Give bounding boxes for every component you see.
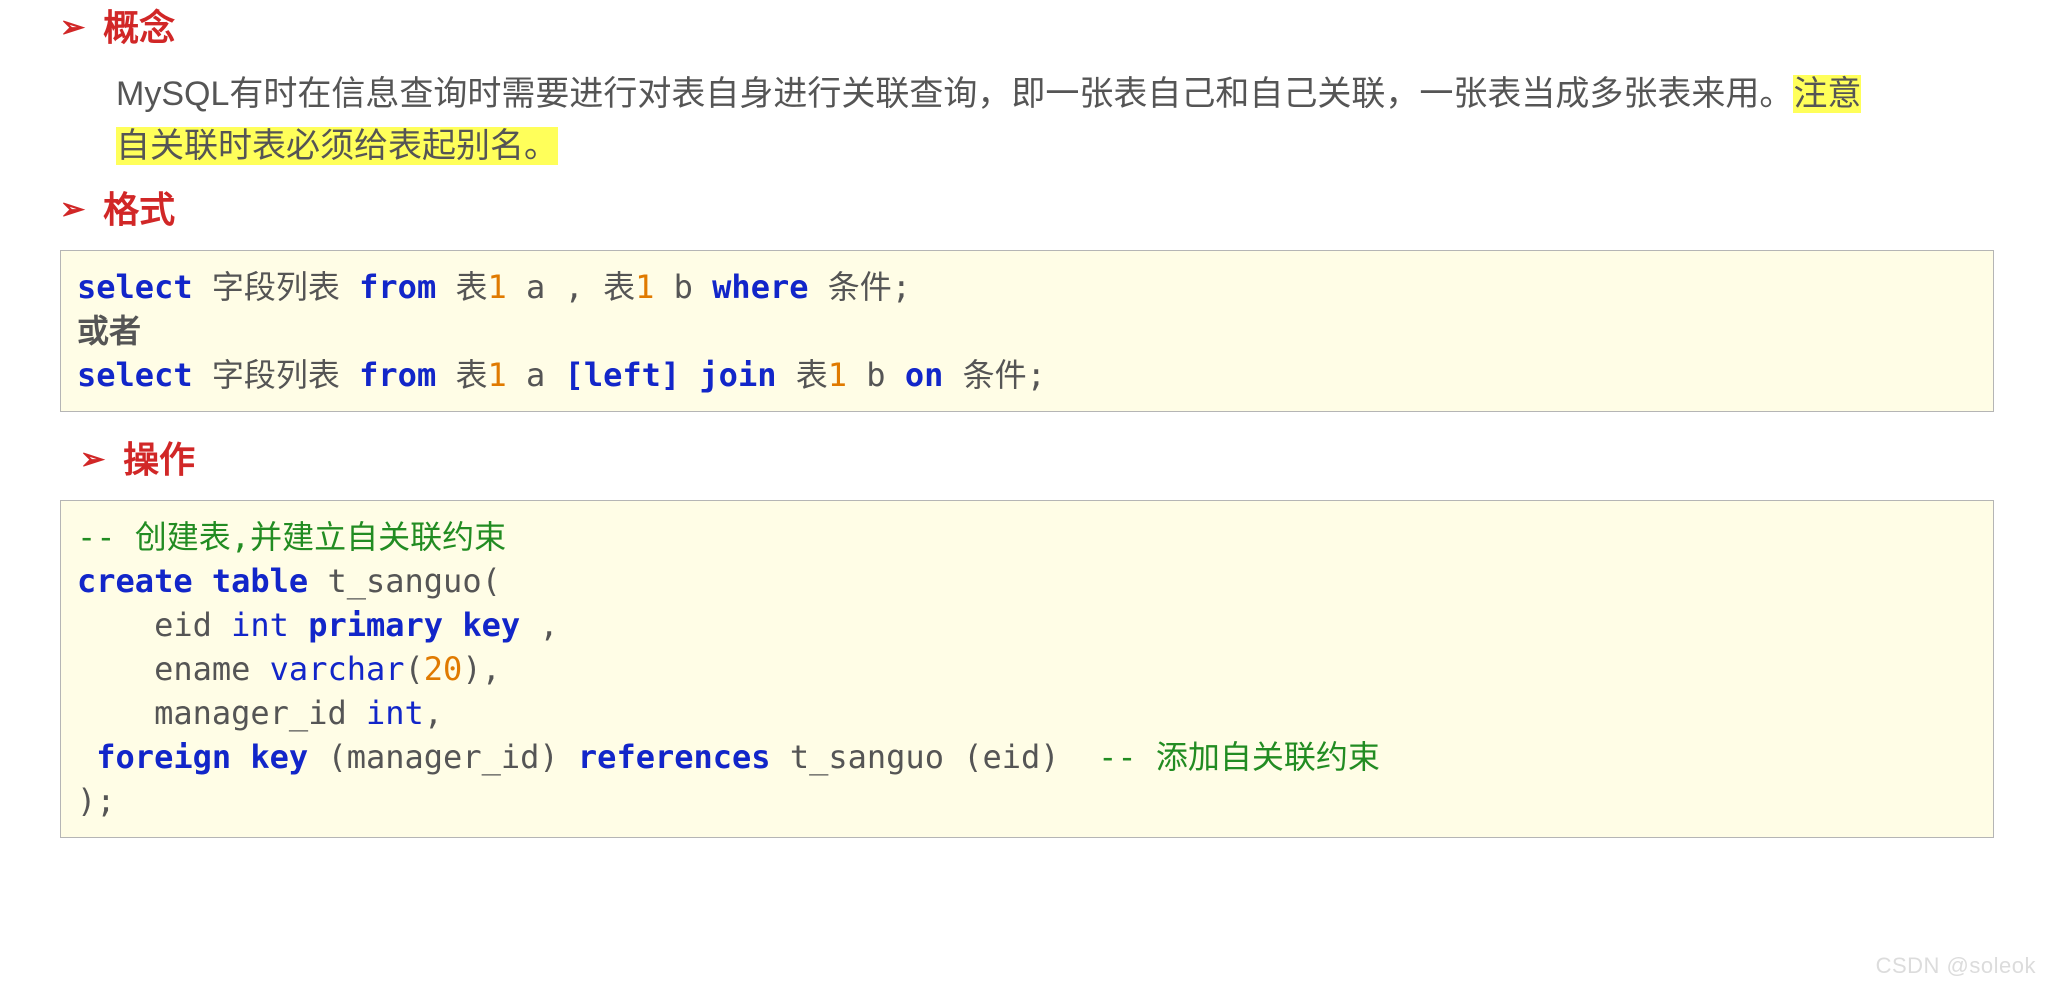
kw-create: create [77,562,193,600]
section-heading-operation: ➢ 操作 [80,440,1994,480]
text-alias-a: a , [507,268,603,306]
paren-left: ( [405,650,424,688]
kw-key: key [462,606,520,644]
kw-on: on [905,356,944,394]
kw-select: select [77,356,193,394]
paren-right-comma: ), [462,650,501,688]
num-one: 1 [487,356,506,394]
bracket-left: [left] [565,356,681,394]
kw-foreign: foreign [96,738,231,776]
sql-comment: -- 创建表,并建立自关联约束 [77,518,506,556]
sp [231,738,250,776]
section-heading-concept: ➢ 概念 [60,8,1994,48]
sql-comment: -- 添加自关联约束 [1098,738,1380,776]
text-alias-a: a [507,356,565,394]
num-one-b: 1 [828,356,847,394]
kw-key: key [250,738,308,776]
heading-concept: 概念 [103,8,175,48]
sp [443,606,462,644]
text-alias-b: b [654,268,712,306]
text-comma: , [520,606,559,644]
kw-from: from [359,356,436,394]
arrow-icon: ➢ [60,190,85,230]
kw-varchar: varchar [270,650,405,688]
sp [77,738,96,776]
kw-references: references [578,738,771,776]
text-fk-ref: t_sanguo (eid) [771,738,1099,776]
num-twenty: 20 [424,650,463,688]
kw-primary: primary [308,606,443,644]
kw-table: table [212,562,308,600]
kw-where: where [712,268,808,306]
kw-from: from [359,268,436,306]
text-col-ename: ename [77,650,270,688]
concept-body-text: MySQL有时在信息查询时需要进行对表自身进行关联查询，即一张表自己和自己关联，… [60,68,1994,172]
kw-int: int [366,694,424,732]
section-heading-format: ➢ 格式 [60,190,1994,230]
arrow-icon: ➢ [80,440,105,480]
text-col-eid: eid [77,606,231,644]
text-fieldlist: 字段列表 [193,268,360,306]
text-condition: 条件; [808,268,911,306]
text-condition: 条件; [943,356,1046,394]
kw-join: join [680,356,796,394]
text-or: 或者 [77,312,141,350]
code-block-operation: -- 创建表,并建立自关联约束 create table t_sanguo( e… [60,500,1994,838]
num-one-b: 1 [635,268,654,306]
text-col-manager: manager_id [77,694,366,732]
text-table: 表 [436,268,487,306]
text-table-name: t_sanguo( [308,562,501,600]
watermark-text: CSDN @soleok [1876,953,2036,979]
sp [193,562,212,600]
concept-text-prefix: MySQL有时在信息查询时需要进行对表自身进行关联查询，即一张表自己和自己关联，… [116,75,1793,113]
heading-operation: 操作 [123,440,195,480]
text-table-b: 表 [796,356,828,394]
sp [289,606,308,644]
code-block-format: select 字段列表 from 表1 a , 表1 b where 条件; 或… [60,250,1994,412]
heading-format: 格式 [103,190,175,230]
text-close-paren: ); [77,782,116,820]
text-comma: , [424,694,443,732]
kw-select: select [77,268,193,306]
text-fieldlist: 字段列表 [193,356,360,394]
text-table: 表 [436,356,487,394]
text-fk-cols: (manager_id) [308,738,578,776]
arrow-icon: ➢ [60,8,85,48]
text-alias-b: b [847,356,905,394]
text-table-b: 表 [603,268,635,306]
num-one: 1 [487,268,506,306]
kw-int: int [231,606,289,644]
